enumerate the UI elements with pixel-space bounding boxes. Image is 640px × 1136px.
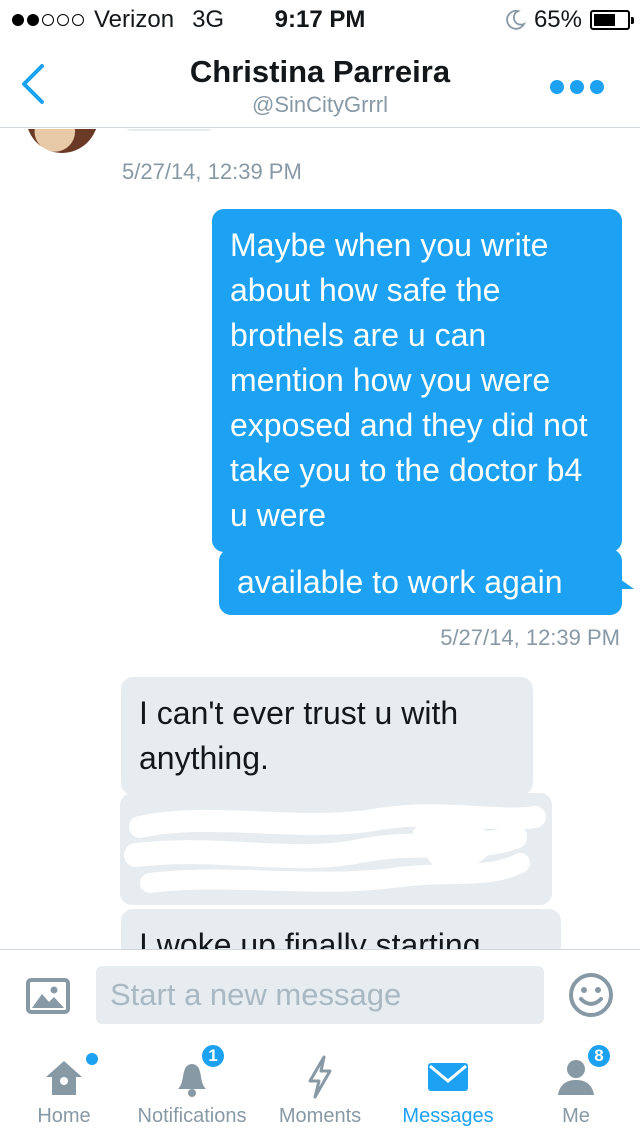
status-right: 65% [504,6,634,34]
notification-badge: 8 [586,1043,612,1069]
tab-label: Messages [402,1105,494,1127]
tab-moments[interactable]: Moments [256,1041,384,1136]
message-thread[interactable]: 5/27/14, 12:39 PM Maybe when you write a… [0,129,640,949]
home-icon [46,1061,82,1095]
tab-label: Notifications [137,1105,247,1127]
tab-label: Me [562,1105,590,1127]
conversation-title: Christina Parreira [189,54,451,89]
notification-badge: 1 [200,1043,226,1069]
tab-bar: Home 1 Notifications Moments Messages 8 … [0,1041,640,1136]
tab-notifications[interactable]: 1 Notifications [128,1041,256,1136]
more-options-button[interactable] [550,80,604,94]
conversation-handle: @SinCityGrrrl [252,92,388,117]
more-dots-icon [550,80,564,94]
battery-percent: 65% [533,6,582,33]
message-bubble-incoming[interactable]: I woke up finally starting [121,909,561,949]
message-composer [0,949,640,1041]
message-timestamp: 5/27/14, 12:39 PM [440,625,620,650]
message-bubble-outgoing[interactable]: available to work again [219,549,622,615]
redaction-scribble [124,804,546,893]
tab-messages[interactable]: Messages [384,1041,512,1136]
message-bubble-incoming[interactable]: I can't ever trust u with anything. [121,677,533,795]
moon-icon [506,9,526,30]
new-content-indicator [86,1053,98,1065]
lightning-icon [308,1055,332,1099]
tab-me[interactable]: 8 Me [512,1041,640,1136]
bubble-tail [620,579,634,589]
image-icon [32,986,64,1008]
battery-icon [590,10,634,30]
emoji-icon [569,973,613,1017]
redacted-message-bubble[interactable] [120,793,552,905]
emoji-button[interactable] [568,972,614,1018]
message-timestamp: 5/27/14, 12:39 PM [122,159,302,184]
message-bubble-outgoing[interactable]: Maybe when you write about how safe the … [212,209,622,552]
tab-home[interactable]: Home [0,1041,128,1136]
tab-label: Moments [278,1105,362,1127]
add-photo-button[interactable] [26,978,70,1014]
avatar[interactable] [26,129,98,153]
status-bar: Verizon 3G 9:17 PM 65% [0,0,640,40]
message-input[interactable] [96,966,544,1024]
conversation-header: Christina Parreira @SinCityGrrrl [0,40,640,128]
tab-label: Home [37,1105,91,1127]
envelope-icon [428,1063,468,1091]
message-bubble-incoming[interactable] [122,129,216,131]
